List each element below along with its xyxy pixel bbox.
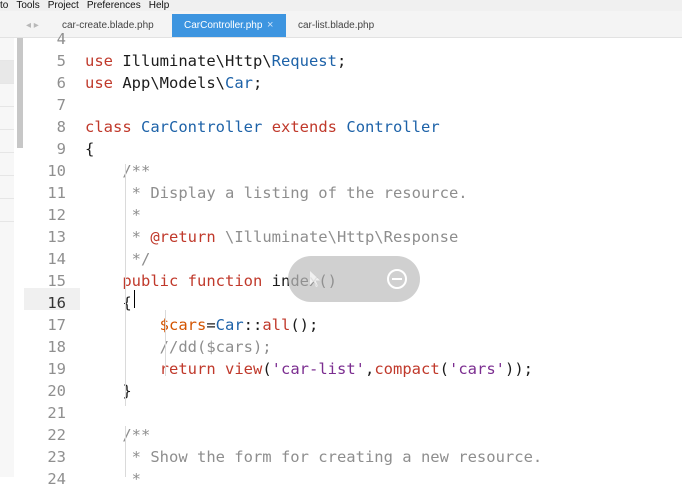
text-cursor (134, 290, 135, 308)
line-number: 13 (47, 228, 66, 246)
scrollbar-thumb[interactable] (17, 38, 23, 148)
line-number: 12 (47, 206, 66, 224)
line-number: 8 (56, 118, 66, 136)
side-panel (0, 38, 14, 477)
line-number: 7 (56, 96, 66, 114)
line-number: 10 (47, 162, 66, 180)
line-number: 18 (47, 338, 66, 356)
code-line[interactable]: * Show the form for creating a new resou… (85, 446, 543, 468)
code-line[interactable]: //dd($cars); (85, 336, 272, 358)
code-line[interactable]: { (85, 138, 94, 160)
tab-car-create[interactable]: car-create.blade.php (50, 14, 172, 37)
indent-guide (125, 164, 126, 406)
menu-bar: to Tools Project Preferences Help (0, 0, 682, 11)
line-number: 15 (47, 272, 66, 290)
code-line[interactable]: class CarController extends Controller (85, 116, 440, 138)
line-number: 19 (47, 360, 66, 378)
tab-carcontroller[interactable]: CarController.php × (172, 14, 286, 37)
indent-guide (125, 426, 126, 477)
line-number: 16 (47, 294, 66, 312)
tab-label: CarController.php (184, 20, 263, 31)
code-line[interactable]: $cars=Car::all(); (85, 314, 319, 336)
line-number: 5 (56, 52, 66, 70)
menu-item-tools[interactable]: Tools (16, 0, 39, 11)
minus-circle-icon[interactable] (386, 268, 408, 290)
line-number: 24 (47, 470, 66, 488)
line-number: 23 (47, 448, 66, 466)
menu-item-project[interactable]: Project (48, 0, 79, 11)
line-number: 21 (47, 404, 66, 422)
line-number: 22 (47, 426, 66, 444)
tab-bar: ◂ ▸ car-create.blade.php CarController.p… (0, 11, 682, 38)
line-number: 9 (56, 140, 66, 158)
close-icon[interactable]: × (267, 14, 273, 37)
code-line[interactable]: */ (85, 248, 151, 270)
menu-item-preferences[interactable]: Preferences (87, 0, 141, 11)
code-line[interactable]: * (85, 204, 141, 226)
menu-item-help[interactable]: Help (149, 0, 170, 11)
indent-guide (165, 310, 166, 376)
line-number: 17 (47, 316, 66, 334)
tab-car-list[interactable]: car-list.blade.php (286, 14, 406, 37)
line-number: 6 (56, 74, 66, 92)
line-number: 4 (56, 30, 66, 48)
line-number: 14 (47, 250, 66, 268)
code-line[interactable]: * @return \Illuminate\Http\Response (85, 226, 459, 248)
code-line[interactable]: * (85, 468, 141, 490)
cursor-pointer-icon[interactable] (304, 268, 326, 290)
tab-label: car-create.blade.php (62, 20, 154, 31)
code-line[interactable]: /** (85, 424, 150, 446)
floating-toolbar (288, 256, 420, 302)
line-number: 11 (47, 184, 66, 202)
code-line[interactable]: /** (85, 160, 150, 182)
code-line[interactable]: use Illuminate\Http\Request; (85, 50, 346, 72)
code-line[interactable]: * Display a listing of the resource. (85, 182, 468, 204)
menu-item-goto[interactable]: to (0, 0, 8, 11)
tab-label: car-list.blade.php (298, 20, 375, 31)
line-number: 20 (47, 382, 66, 400)
code-line[interactable]: use App\Models\Car; (85, 72, 262, 94)
code-line[interactable]: return view('car-list',compact('cars')); (85, 358, 533, 380)
